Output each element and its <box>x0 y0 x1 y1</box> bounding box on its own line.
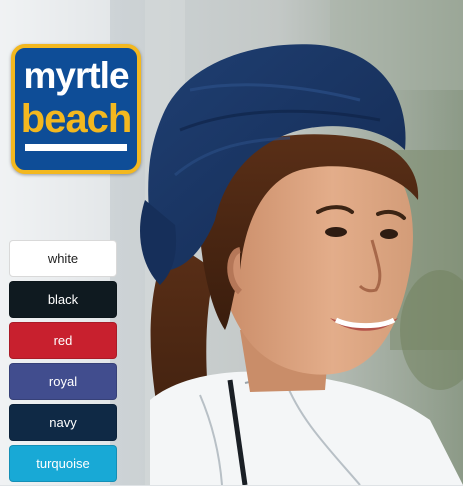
brand-logo: myrtle beach <box>11 44 141 174</box>
swatch-label: turquoise <box>36 456 90 471</box>
swatch-label: black <box>47 292 79 307</box>
swatch-label: navy <box>49 415 77 430</box>
swatch-label: white <box>47 251 79 266</box>
logo-underline <box>25 144 127 151</box>
color-swatch-navy[interactable]: navy <box>9 404 117 441</box>
color-swatch-list: white black red royal navy turquoise <box>9 240 117 486</box>
color-swatch-white[interactable]: white <box>9 240 117 277</box>
color-swatch-black[interactable]: black <box>9 281 117 318</box>
color-swatch-red[interactable]: red <box>9 322 117 359</box>
logo-text-line1: myrtle <box>23 55 129 96</box>
swatch-label: red <box>53 333 73 348</box>
color-swatch-turquoise[interactable]: turquoise <box>9 445 117 482</box>
swatch-label: royal <box>48 374 78 389</box>
logo-text-line2: beach <box>20 97 133 141</box>
color-swatch-royal[interactable]: royal <box>9 363 117 400</box>
